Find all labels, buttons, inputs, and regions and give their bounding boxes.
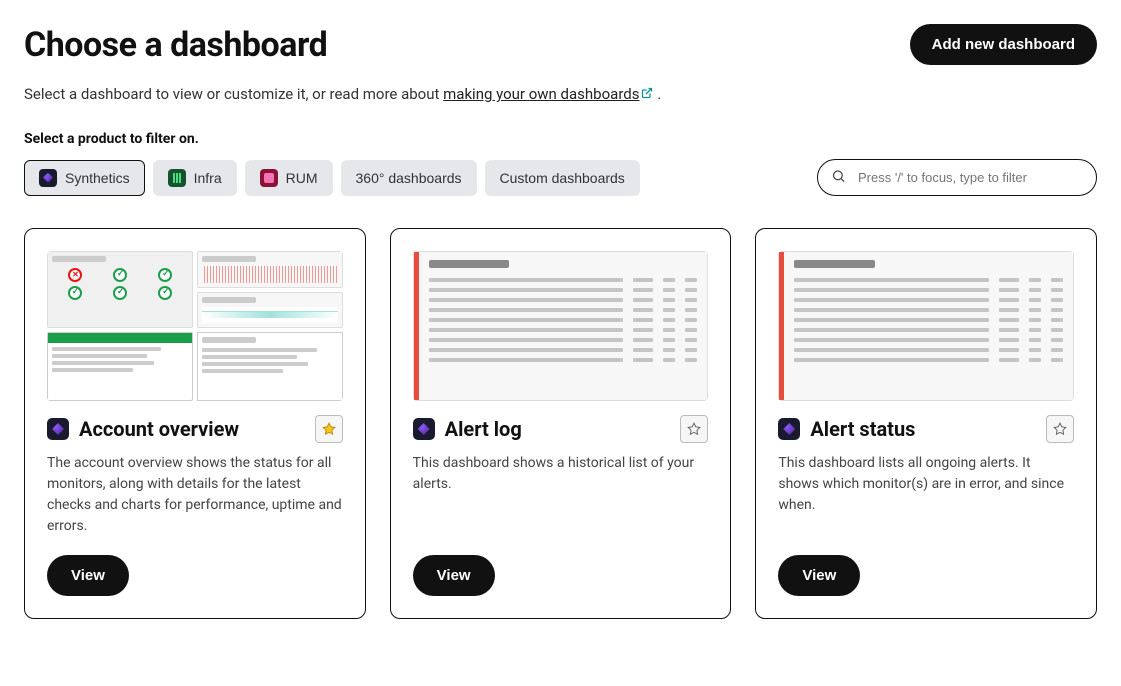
favorite-button[interactable] xyxy=(315,415,343,443)
dashboard-card-alert-status: Alert status This dashboard lists all on… xyxy=(755,228,1097,619)
filter-pills: Synthetics Infra RUM 360° dashboards Cus… xyxy=(24,160,640,196)
star-icon xyxy=(322,421,336,437)
star-icon xyxy=(1053,421,1067,437)
favorite-button[interactable] xyxy=(680,415,708,443)
intro-text: Select a dashboard to view or customize … xyxy=(24,85,1097,103)
pill-label: 360° dashboards xyxy=(356,170,462,186)
infra-icon xyxy=(168,169,186,187)
card-title: Account overview xyxy=(79,417,239,441)
view-button[interactable]: View xyxy=(47,555,129,596)
filter-label: Select a product to filter on. xyxy=(24,131,1097,147)
filter-pill-360[interactable]: 360° dashboards xyxy=(341,160,477,196)
external-link-icon xyxy=(641,85,653,103)
favorite-button[interactable] xyxy=(1046,415,1074,443)
synthetics-icon xyxy=(39,169,57,187)
intro-link[interactable]: making your own dashboards xyxy=(443,85,653,103)
filter-pill-rum[interactable]: RUM xyxy=(245,160,333,196)
view-button[interactable]: View xyxy=(778,555,860,596)
filter-pill-infra[interactable]: Infra xyxy=(153,160,237,196)
add-dashboard-button[interactable]: Add new dashboard xyxy=(910,24,1097,65)
dashboard-thumbnail xyxy=(47,251,343,401)
page-title: Choose a dashboard xyxy=(24,25,327,65)
star-icon xyxy=(687,421,701,437)
pill-label: RUM xyxy=(286,170,318,186)
intro-suffix: . xyxy=(653,85,661,103)
search-input[interactable] xyxy=(817,159,1097,196)
card-description: This dashboard lists all ongoing alerts.… xyxy=(778,453,1074,537)
dashboard-card-account-overview: Account overview The account overview sh… xyxy=(24,228,366,619)
card-description: This dashboard shows a historical list o… xyxy=(413,453,709,537)
card-description: The account overview shows the status fo… xyxy=(47,453,343,537)
dashboard-thumbnail xyxy=(778,251,1074,401)
intro-prefix: Select a dashboard to view or customize … xyxy=(24,85,443,103)
synthetics-icon xyxy=(47,418,69,440)
pill-label: Custom dashboards xyxy=(500,170,625,186)
synthetics-icon xyxy=(778,418,800,440)
view-button[interactable]: View xyxy=(413,555,495,596)
filter-pill-custom[interactable]: Custom dashboards xyxy=(485,160,640,196)
card-title: Alert status xyxy=(810,417,915,441)
pill-label: Infra xyxy=(194,170,222,186)
dashboard-thumbnail xyxy=(413,251,709,401)
dashboard-card-alert-log: Alert log This dashboard shows a histori… xyxy=(390,228,732,619)
pill-label: Synthetics xyxy=(65,170,130,186)
filter-pill-synthetics[interactable]: Synthetics xyxy=(24,160,145,196)
synthetics-icon xyxy=(413,418,435,440)
card-title: Alert log xyxy=(445,417,522,441)
rum-icon xyxy=(260,169,278,187)
search-icon xyxy=(831,168,846,187)
